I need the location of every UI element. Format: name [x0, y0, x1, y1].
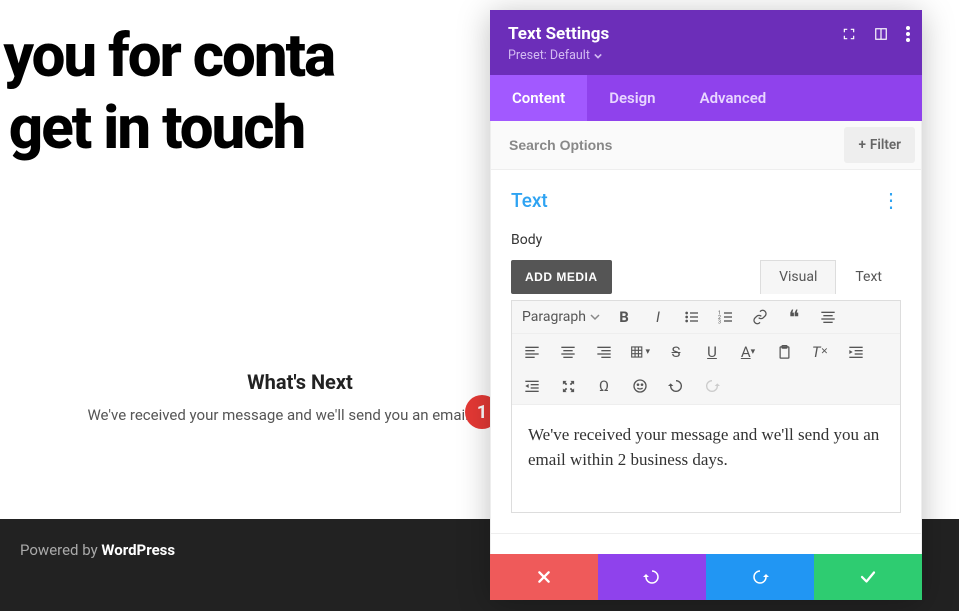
settings-panel: Text Settings Preset: Default Content De… [490, 10, 922, 600]
italic-icon[interactable]: I [648, 307, 668, 327]
filter-label: Filter [870, 137, 901, 153]
link-section-label: Link [511, 553, 547, 554]
check-icon [859, 568, 877, 586]
indent-icon[interactable] [846, 342, 866, 362]
bullet-list-icon[interactable] [682, 307, 702, 327]
cancel-button[interactable] [490, 554, 598, 600]
editor-mode-tabs: Visual Text [760, 260, 901, 294]
body-field-label: Body [511, 232, 901, 248]
editor-tab-text[interactable]: Text [836, 260, 901, 294]
tab-content[interactable]: Content [490, 75, 587, 121]
fullscreen-icon[interactable] [558, 376, 578, 396]
expand-icon[interactable] [842, 27, 856, 41]
text-section-label: Text [511, 189, 548, 212]
hero-line1: k you for conta [0, 20, 334, 91]
more-vert-icon[interactable]: ⋮ [881, 188, 901, 212]
paste-icon[interactable] [774, 342, 794, 362]
hero-heading: k you for conta 'll get in touch [0, 20, 334, 164]
toolbar-row-2: ▾ S U A▾ T✕ Ω [512, 334, 900, 405]
panel-footer [490, 554, 922, 600]
undo-button[interactable] [598, 554, 706, 600]
footer-brand: WordPress [101, 541, 175, 559]
more-vert-icon[interactable]: ⋮ [881, 552, 901, 554]
table-icon[interactable]: ▾ [630, 342, 650, 362]
link-section: Link ⋮ [491, 533, 921, 554]
editor-content[interactable]: We've received your message and we'll se… [512, 405, 900, 512]
special-char-icon[interactable]: Ω [594, 376, 614, 396]
tab-advanced[interactable]: Advanced [678, 75, 789, 121]
align-center-icon[interactable] [558, 342, 578, 362]
align-center-icon[interactable] [818, 307, 838, 327]
editor-tab-visual[interactable]: Visual [760, 260, 836, 294]
emoji-icon[interactable] [630, 376, 650, 396]
toolbar-row-1: Paragraph B I 123 ❝ [512, 301, 900, 334]
text-section: Text ⋮ Body ADD MEDIA Visual Text Paragr… [491, 170, 921, 513]
add-media-button[interactable]: ADD MEDIA [511, 260, 612, 294]
align-right-icon[interactable] [594, 342, 614, 362]
link-section-header[interactable]: Link ⋮ [511, 552, 901, 554]
preset-label: Preset: Default [508, 48, 590, 63]
outdent-icon[interactable] [522, 376, 542, 396]
numbered-list-icon[interactable]: 123 [716, 307, 736, 327]
hero-line2: 'll get in touch [0, 92, 334, 164]
align-left-icon[interactable] [522, 342, 542, 362]
footer-prefix: Powered by [20, 541, 101, 559]
underline-icon[interactable]: U [702, 342, 722, 362]
panel-body: + Filter Text ⋮ Body ADD MEDIA Visual Te… [490, 121, 922, 554]
quote-icon[interactable]: ❝ [784, 307, 804, 327]
plus-icon: + [858, 137, 865, 153]
grid-icon[interactable] [874, 27, 888, 41]
text-color-icon[interactable]: A▾ [738, 342, 758, 362]
more-vert-icon[interactable] [906, 26, 910, 42]
redo-button[interactable] [706, 554, 814, 600]
svg-text:3: 3 [718, 320, 721, 325]
header-icons [842, 26, 910, 42]
redo-icon [751, 568, 769, 586]
panel-tabs: Content Design Advanced [490, 75, 922, 121]
text-section-header[interactable]: Text ⋮ [511, 188, 901, 226]
link-icon[interactable] [750, 307, 770, 327]
format-select[interactable]: Paragraph [522, 307, 600, 327]
search-input[interactable] [491, 123, 838, 167]
undo-icon[interactable] [666, 376, 686, 396]
tab-design[interactable]: Design [587, 75, 677, 121]
panel-header[interactable]: Text Settings Preset: Default [490, 10, 922, 75]
save-button[interactable] [814, 554, 922, 600]
redo-icon[interactable] [702, 376, 722, 396]
editor: Paragraph B I 123 ❝ ▾ S [511, 300, 901, 513]
close-icon [536, 569, 552, 585]
chevron-down-icon [594, 52, 602, 60]
undo-icon [643, 568, 661, 586]
chevron-down-icon [590, 312, 600, 322]
strikethrough-icon[interactable]: S [666, 342, 686, 362]
clear-formatting-icon[interactable]: T✕ [810, 342, 830, 362]
preset-dropdown[interactable]: Preset: Default [508, 48, 904, 63]
bold-icon[interactable]: B [614, 307, 634, 327]
filter-button[interactable]: + Filter [844, 127, 915, 163]
format-select-label: Paragraph [522, 309, 586, 325]
search-row: + Filter [491, 121, 921, 170]
